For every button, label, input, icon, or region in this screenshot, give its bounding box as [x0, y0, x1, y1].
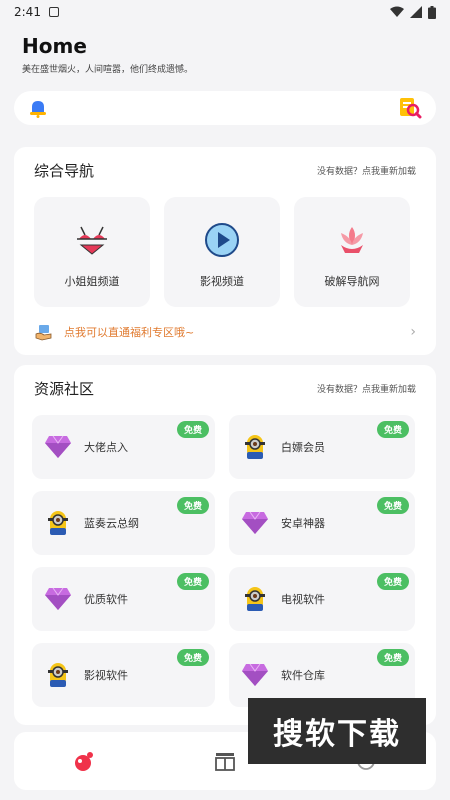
battery-icon: [428, 5, 436, 19]
gem-icon: [241, 661, 269, 689]
gem-icon: [44, 433, 72, 461]
nav-card: 综合导航 没有数据？点我重新加载 小姐姐频道 影视频道 破解导航网 点我可以直通…: [14, 147, 436, 355]
status-time: 2:41: [14, 5, 41, 19]
resource-label: 白嫖会员: [281, 441, 325, 454]
nav-card-title: 综合导航: [34, 161, 95, 180]
nav-tile-crack[interactable]: 破解导航网: [294, 197, 410, 307]
free-badge: 免费: [376, 649, 409, 666]
resource-label: 蓝奏云总纲: [84, 517, 139, 530]
home-icon[interactable]: [73, 750, 95, 772]
res-card-title: 资源社区: [34, 379, 95, 398]
resource-item[interactable]: 电视软件 免费: [229, 567, 415, 631]
resource-item[interactable]: 安卓神器 免费: [229, 491, 415, 555]
nav-tile-label: 影视频道: [200, 275, 244, 288]
resource-item[interactable]: 优质软件 免费: [32, 567, 215, 631]
resource-label: 软件仓库: [281, 669, 325, 682]
free-badge: 免费: [376, 573, 409, 590]
res-reload-link[interactable]: 没有数据？点我重新加载: [317, 382, 416, 395]
minion-icon: [241, 585, 269, 613]
resource-label: 电视软件: [281, 593, 325, 606]
resource-item[interactable]: 大佬点入 免费: [32, 415, 215, 479]
free-badge: 免费: [176, 497, 209, 514]
resource-item[interactable]: 蓝奏云总纲 免费: [32, 491, 215, 555]
resource-label: 优质软件: [84, 593, 128, 606]
free-badge: 免费: [376, 421, 409, 438]
search-doc-icon[interactable]: [398, 96, 422, 120]
bell-icon[interactable]: [28, 98, 48, 118]
resource-label: 安卓神器: [281, 517, 325, 530]
page-title: Home: [22, 34, 87, 58]
promo-link[interactable]: 点我可以直通福利专区哦~ ›: [34, 319, 416, 345]
gem-icon: [44, 585, 72, 613]
gift-hand-icon: [35, 325, 52, 341]
wifi-icon: [390, 6, 404, 17]
page-subtitle: 美在盛世烟火，人间喧嚣，他们终成遗憾。: [22, 65, 194, 75]
resource-item[interactable]: 白嫖会员 免费: [229, 415, 415, 479]
play-icon: [203, 221, 241, 259]
minion-icon: [241, 433, 269, 461]
nav-reload-link[interactable]: 没有数据？点我重新加载: [317, 164, 416, 177]
gem-icon: [241, 509, 269, 537]
free-badge: 免费: [176, 573, 209, 590]
header: Home 美在盛世烟火，人间喧嚣，他们终成遗憾。: [0, 24, 450, 75]
search-bar[interactable]: [14, 91, 436, 125]
notification-icon: [48, 7, 59, 17]
chevron-right-icon: ›: [410, 324, 416, 340]
free-badge: 免费: [176, 421, 209, 438]
signal-icon: [410, 6, 422, 18]
resource-label: 大佬点入: [84, 441, 128, 454]
minion-icon: [44, 509, 72, 537]
list-icon[interactable]: [214, 750, 236, 772]
nav-tile-label: 小姐姐频道: [64, 275, 120, 288]
nav-tile-ladies[interactable]: 小姐姐频道: [34, 197, 150, 307]
resource-label: 影视软件: [84, 669, 128, 682]
promo-text: 点我可以直通福利专区哦~: [64, 326, 195, 339]
status-bar: 2:41: [0, 0, 450, 24]
bikini-icon: [73, 221, 111, 259]
lotus-icon: [333, 221, 371, 259]
nav-tile-video[interactable]: 影视频道: [164, 197, 280, 307]
free-badge: 免费: [376, 497, 409, 514]
resource-item[interactable]: 影视软件 免费: [32, 643, 215, 707]
nav-tile-label: 破解导航网: [324, 275, 380, 288]
minion-icon: [44, 661, 72, 689]
watermark: 搜软下载: [248, 698, 426, 764]
free-badge: 免费: [176, 649, 209, 666]
resource-card: 资源社区 没有数据？点我重新加载 大佬点入 免费 白嫖会员 免费 蓝奏云总纲 免费 安卓神器…: [14, 365, 436, 725]
